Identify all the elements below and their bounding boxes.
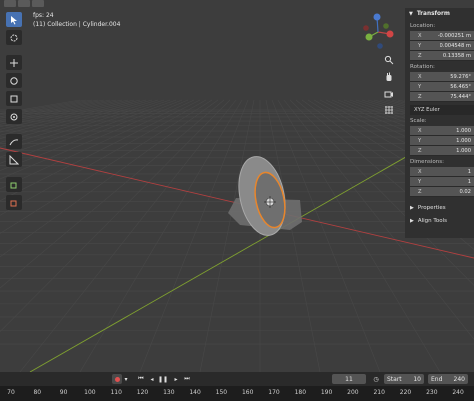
- pencil-icon: [9, 138, 19, 145]
- add-cube-tool[interactable]: [6, 177, 22, 192]
- zoom-button[interactable]: [382, 53, 396, 67]
- header-button[interactable]: [32, 0, 44, 7]
- timeline-tick-label: 180: [294, 389, 307, 396]
- dimensions-y-field[interactable]: Y1: [410, 177, 474, 187]
- location-y-field[interactable]: Y 0.004548 m: [410, 41, 474, 51]
- header-button[interactable]: [4, 0, 16, 7]
- timeline-tick-label: 160: [241, 389, 254, 396]
- timeline-tick-label: 190: [320, 389, 333, 396]
- ruler-icon: [9, 154, 19, 164]
- scale-tool[interactable]: [6, 91, 22, 106]
- end-frame-field[interactable]: End 240: [428, 374, 468, 384]
- sidebar-n-panel: ▼ Transform Location: X -0.000251 m Y 0.004…: [405, 8, 474, 238]
- chevron-down-icon[interactable]: ▾: [122, 374, 130, 384]
- dimensions-label: Dimensions:: [410, 159, 444, 165]
- cursor-tool[interactable]: [6, 30, 22, 45]
- timeline-tick-label: 140: [189, 389, 201, 396]
- transform-panel-header[interactable]: ▼ Transform: [405, 8, 474, 20]
- timeline-tick-label: 80: [33, 389, 42, 396]
- axis-gizmo-icon: [363, 13, 394, 49]
- timeline-tick-label: 150: [215, 389, 228, 396]
- timeline-tick-label: 110: [110, 389, 122, 396]
- align-tools-panel-header[interactable]: ▶ Align Tools: [405, 214, 474, 227]
- collection-info: (11) Collection | Cylinder.004: [33, 21, 121, 28]
- select-box-tool[interactable]: [6, 12, 22, 27]
- record-icon: [114, 376, 120, 382]
- header-button[interactable]: [18, 0, 30, 7]
- grid-icon: [385, 106, 393, 114]
- perspective-toggle-button[interactable]: [382, 103, 396, 117]
- location-x-field[interactable]: X -0.000251 m: [410, 31, 474, 41]
- timeline-tick-label: 170: [268, 389, 280, 396]
- location-label: Location:: [410, 23, 436, 29]
- play-icon[interactable]: ❚❚: [158, 374, 168, 384]
- scale-z-field[interactable]: Z 1.000: [410, 146, 474, 156]
- crosshair-icon: [10, 34, 18, 41]
- step-forward-icon[interactable]: ▸: [171, 374, 181, 384]
- jump-end-icon[interactable]: ⏭: [182, 374, 192, 384]
- timeline-tick-label: 120: [136, 389, 149, 396]
- timeline-editor: ▾ ⏮ ◂ ❚❚ ▸ ⏭ 11 ◷ Start 10 End 240 70 80 90 1…: [0, 372, 474, 401]
- start-frame-field[interactable]: Start 10: [384, 374, 424, 384]
- timeline-tick-label: 130: [163, 389, 175, 396]
- scale-label: Scale:: [410, 118, 427, 124]
- step-back-icon[interactable]: ◂: [147, 374, 157, 384]
- rotation-y-field[interactable]: Y 56.465°: [410, 82, 474, 92]
- rotate-tool[interactable]: [6, 73, 22, 88]
- current-frame-field[interactable]: 11: [332, 374, 366, 384]
- properties-panel-header[interactable]: ▶ Properties: [405, 201, 474, 214]
- viewport-grid: [0, 99, 474, 372]
- annotate-tool[interactable]: [6, 134, 22, 149]
- rotation-mode-select[interactable]: XYZ Euler: [410, 105, 474, 115]
- scale-icon: [10, 95, 18, 102]
- timeline-tick-label: 90: [59, 389, 68, 396]
- timeline-tick-label: 200: [347, 389, 359, 396]
- hand-icon: [386, 72, 392, 81]
- measure-tool[interactable]: [6, 152, 22, 167]
- magnifier-icon: [384, 55, 394, 65]
- 3d-viewport[interactable]: fps: 24 (11) Collection | Cylinder.004 ▼…: [0, 0, 474, 372]
- rotation-z-field[interactable]: Z 75.444°: [410, 92, 474, 102]
- timeline-header: ▾ ⏮ ◂ ❚❚ ▸ ⏭ 11 ◷ Start 10 End 240: [0, 372, 474, 386]
- rotation-label: Rotation:: [410, 64, 435, 70]
- transform-icon: [10, 113, 18, 120]
- chevron-right-icon: ▶: [410, 204, 414, 211]
- record-button[interactable]: [112, 374, 122, 384]
- timeline-tick-label: 100: [84, 389, 96, 396]
- cube-icon: [10, 200, 17, 206]
- cube-add-icon: [10, 182, 17, 188]
- camera-view-button[interactable]: [382, 87, 396, 101]
- dimensions-x-field[interactable]: X1: [410, 167, 474, 177]
- timeline-tick-label: 70: [7, 389, 15, 396]
- tool-shelf: [6, 12, 22, 210]
- camera-icon: [384, 91, 393, 98]
- rotate-icon: [10, 76, 18, 85]
- editor-header-buttons: [0, 0, 64, 8]
- timeline-tick-label: 210: [373, 389, 385, 396]
- chevron-down-icon: ▼: [409, 11, 413, 17]
- dimensions-z-field[interactable]: Z 0.02: [410, 187, 474, 197]
- clock-icon[interactable]: ◷: [370, 374, 382, 384]
- jump-start-icon[interactable]: ⏮: [136, 374, 146, 384]
- scale-x-field[interactable]: X 1.000: [410, 126, 474, 136]
- scale-y-field[interactable]: Y 1.000: [410, 136, 474, 146]
- timeline-tick-label: 230: [426, 389, 438, 396]
- timeline-tick-label: 220: [399, 389, 412, 396]
- transform-tool[interactable]: [6, 109, 22, 124]
- rotation-x-field[interactable]: X 59.276°: [410, 72, 474, 82]
- chevron-right-icon: ▶: [410, 217, 414, 224]
- timeline-tick-label: 240: [452, 389, 464, 396]
- fps-readout: fps: 24: [33, 12, 54, 19]
- pan-button[interactable]: [382, 70, 396, 84]
- move-tool[interactable]: [6, 55, 22, 70]
- cursor-arrow-icon: [11, 15, 17, 24]
- move-arrows-icon: [10, 58, 18, 67]
- location-z-field[interactable]: Z 0.13358 m: [410, 51, 474, 61]
- add-cube-cursor-tool[interactable]: [6, 195, 22, 210]
